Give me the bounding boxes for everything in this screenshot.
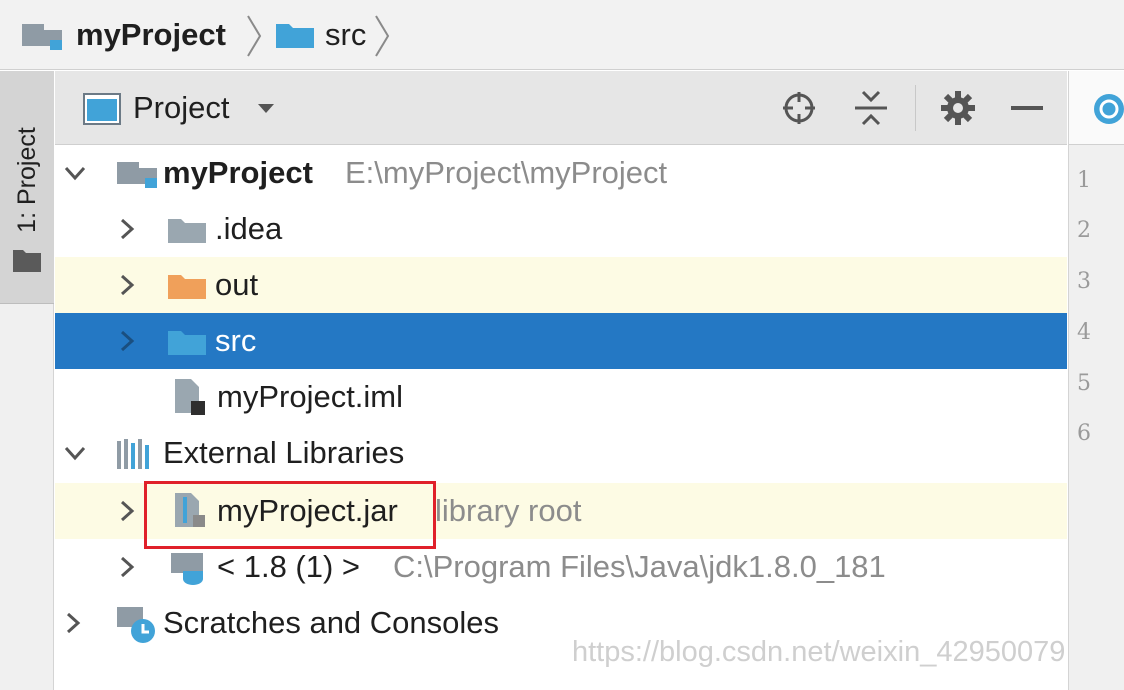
project-tool-tab[interactable]: 1: Project xyxy=(0,71,54,304)
folder-icon xyxy=(276,24,314,48)
chevron-down-icon[interactable] xyxy=(63,441,87,465)
caret-down-icon xyxy=(258,104,275,113)
header-divider xyxy=(915,85,916,131)
breadcrumb-project[interactable]: myProject xyxy=(20,0,226,70)
tree-label-idea: .idea xyxy=(215,211,283,246)
navigation-bar: myProject src xyxy=(0,0,1124,70)
folder-icon xyxy=(168,219,206,243)
chevron-right-icon[interactable] xyxy=(115,555,139,579)
collapse-all-icon[interactable] xyxy=(853,90,889,126)
chevron-right-icon xyxy=(247,15,262,57)
gear-icon[interactable] xyxy=(940,90,976,126)
tree-label-scratches: Scratches and Consoles xyxy=(163,605,500,640)
chevron-right-icon[interactable] xyxy=(61,611,85,635)
tree-path-jdk: C:\Program Files\Java\jdk1.8.0_181 xyxy=(393,549,886,584)
tree-label-src: src xyxy=(215,323,257,358)
tree-row-idea[interactable]: .idea xyxy=(55,201,1067,257)
breadcrumb-src-label: src xyxy=(325,17,367,52)
minimize-icon[interactable] xyxy=(1009,90,1045,126)
line-number: 6 xyxy=(1077,421,1091,446)
tree-label-root: myProject xyxy=(163,155,313,190)
module-icon xyxy=(117,162,157,188)
tree-row-external[interactable]: External Libraries xyxy=(55,425,1067,481)
breadcrumb-project-label: myProject xyxy=(76,17,226,52)
tree-path-root: E:\myProject\myProject xyxy=(345,155,668,190)
breadcrumb-src[interactable]: src xyxy=(275,0,366,70)
library-icon xyxy=(117,439,149,469)
scratches-icon xyxy=(117,607,155,643)
project-view-icon xyxy=(83,93,121,125)
tree-label-out: out xyxy=(215,267,259,302)
folder-icon xyxy=(13,250,41,272)
line-number: 5 xyxy=(1077,371,1091,396)
project-panel-header: Project xyxy=(55,71,1067,145)
line-number: 2 xyxy=(1077,218,1091,243)
tree-row-src[interactable]: src xyxy=(55,313,1067,369)
module-icon xyxy=(22,24,62,50)
tree-label-external: External Libraries xyxy=(163,435,405,470)
locate-icon[interactable] xyxy=(781,90,817,126)
chevron-right-icon xyxy=(375,15,390,57)
chevron-right-icon[interactable] xyxy=(115,329,139,353)
chevron-right-icon[interactable] xyxy=(115,499,139,523)
editor-tab[interactable] xyxy=(1069,71,1124,145)
tree-path-jar: library root xyxy=(435,493,582,528)
chevron-down-icon[interactable] xyxy=(63,161,87,185)
chevron-right-icon[interactable] xyxy=(115,217,139,241)
tree-row-iml[interactable]: myProject.iml xyxy=(55,369,1067,425)
line-number: 4 xyxy=(1077,320,1091,345)
tree-label-iml: myProject.iml xyxy=(217,379,404,414)
folder-icon xyxy=(168,275,206,299)
tool-window-strip: 1: Project xyxy=(0,71,54,690)
view-selector[interactable]: Project xyxy=(133,71,275,145)
tree-row-out[interactable]: out xyxy=(55,257,1067,313)
line-number: 1 xyxy=(1077,168,1091,193)
line-number: 3 xyxy=(1077,269,1091,294)
project-tool-tab-label: 1: Project xyxy=(13,127,41,233)
project-tree: myProject E:\myProject\myProject .idea o… xyxy=(55,145,1067,690)
annotation-highlight-box xyxy=(144,481,436,549)
class-file-icon xyxy=(1094,94,1124,124)
jdk-icon xyxy=(171,553,203,585)
watermark: https://blog.csdn.net/weixin_42950079 xyxy=(572,636,1066,668)
module-file-icon xyxy=(175,379,205,415)
editor-area: 1 2 3 4 5 6 xyxy=(1068,71,1124,690)
tree-row-root[interactable]: myProject E:\myProject\myProject xyxy=(55,145,1067,201)
view-title-label: Project xyxy=(133,90,230,125)
folder-icon xyxy=(168,331,206,355)
chevron-right-icon[interactable] xyxy=(115,273,139,297)
